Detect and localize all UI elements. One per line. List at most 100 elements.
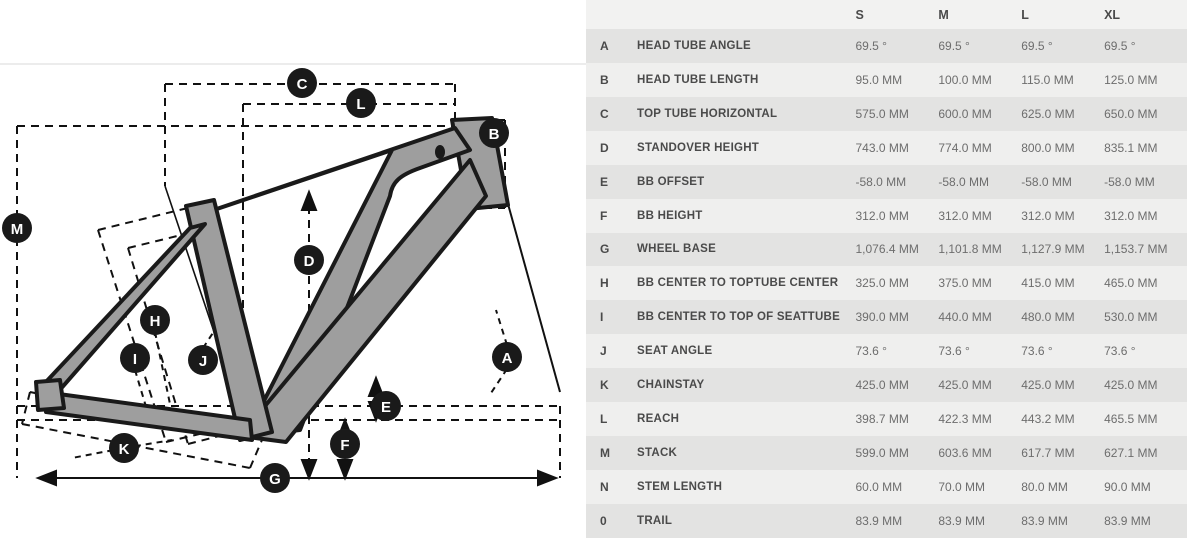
row-value-s: 69.5 ° — [855, 38, 887, 53]
row-value-m: -58.0 MM — [938, 174, 990, 189]
row-label: STEM LENGTH — [637, 480, 723, 493]
header-size-s: S — [855, 7, 864, 22]
row-value-m: 774.0 MM — [938, 140, 992, 155]
row-value-s: 743.0 MM — [855, 140, 909, 155]
badge-C: C — [287, 68, 317, 98]
row-letter: J — [600, 344, 607, 359]
header-size-xl: XL — [1104, 7, 1121, 22]
badge-J: J — [188, 345, 218, 375]
row-letter: G — [600, 242, 610, 257]
badge-A: A — [492, 342, 522, 372]
row-value-l: 69.5 ° — [1021, 38, 1053, 53]
row-label: CHAINSTAY — [637, 379, 705, 392]
row-letter: F — [600, 208, 608, 223]
row-value-m: 422.3 MM — [938, 412, 992, 427]
row-value-m: 425.0 MM — [938, 378, 992, 393]
row-letter: 0 — [600, 513, 607, 528]
badge-E: E — [371, 391, 401, 421]
geometry-table: S M L XL A HEAD TUBE ANGLE 69.5 ° 69.5 ° 69.… — [586, 0, 1187, 538]
row-value-m: 1,101.8 MM — [938, 242, 1002, 257]
row-value-l: 625.0 MM — [1021, 106, 1075, 121]
row-value-l: 80.0 MM — [1021, 479, 1068, 494]
svg-text:D: D — [304, 253, 315, 270]
row-value-s: 325.0 MM — [855, 276, 909, 291]
row-value-xl: 650.0 MM — [1104, 106, 1158, 121]
row-value-xl: 465.0 MM — [1104, 276, 1158, 291]
table-row: B HEAD TUBE LENGTH 95.0 MM 100.0 MM 115.0 MM… — [586, 62, 1187, 97]
table-row: E BB OFFSET -58.0 MM -58.0 MM -58.0 MM -58.0 … — [586, 164, 1187, 199]
badge-F: F — [330, 429, 360, 459]
table-row: A HEAD TUBE ANGLE 69.5 ° 69.5 ° 69.5 ° 69.5 ° — [586, 29, 1187, 63]
row-label: STANDOVER HEIGHT — [637, 141, 760, 154]
row-value-l: 73.6 ° — [1021, 344, 1053, 359]
svg-text:J: J — [199, 353, 207, 370]
row-label: WHEEL BASE — [637, 243, 717, 256]
row-value-s: 312.0 MM — [855, 208, 909, 223]
row-value-l: 617.7 MM — [1021, 446, 1075, 461]
row-value-m: 70.0 MM — [938, 479, 986, 494]
row-letter: A — [600, 38, 609, 53]
row-value-xl: 312.0 MM — [1104, 208, 1158, 223]
row-value-m: 312.0 MM — [938, 208, 992, 223]
svg-text:A: A — [502, 350, 513, 367]
badge-I: I — [120, 343, 150, 373]
table-row: C TOP TUBE HORIZONTAL 575.0 MM 600.0 MM 625.… — [586, 96, 1187, 131]
row-value-m: 69.5 ° — [938, 38, 970, 53]
table-row: H BB CENTER TO TOPTUBE CENTER 325.0 MM 375.… — [586, 266, 1187, 301]
row-value-xl: 73.6 ° — [1104, 344, 1136, 359]
row-value-m: 100.0 MM — [938, 72, 992, 87]
svg-text:L: L — [356, 96, 365, 113]
badge-D: D — [294, 245, 324, 275]
row-value-l: -58.0 MM — [1021, 174, 1072, 189]
table-row: K CHAINSTAY 425.0 MM 425.0 MM 425.0 MM 425.0 … — [586, 368, 1187, 403]
svg-text:E: E — [381, 399, 391, 416]
row-letter: D — [600, 140, 609, 155]
row-letter: E — [600, 174, 609, 189]
row-value-s: 599.0 MM — [855, 446, 909, 461]
row-value-s: 1,076.4 MM — [855, 242, 919, 257]
badge-K: K — [109, 433, 139, 463]
row-value-l: 83.9 MM — [1021, 513, 1068, 528]
row-label: HEAD TUBE ANGLE — [637, 39, 751, 52]
row-value-l: 425.0 MM — [1021, 378, 1075, 393]
badge-M: M — [2, 213, 32, 243]
row-label: HEAD TUBE LENGTH — [637, 73, 759, 86]
row-value-xl: 530.0 MM — [1104, 310, 1158, 325]
row-value-m: 375.0 MM — [938, 276, 992, 291]
row-value-l: 415.0 MM — [1021, 276, 1075, 291]
row-letter: M — [600, 446, 611, 461]
row-label: STACK — [637, 447, 678, 460]
row-value-xl: 90.0 MM — [1104, 479, 1151, 494]
row-label: BB OFFSET — [637, 175, 705, 188]
svg-text:I: I — [133, 351, 137, 368]
row-value-s: 60.0 MM — [855, 479, 903, 494]
row-letter: N — [600, 479, 609, 494]
row-value-m: 603.6 MM — [938, 446, 992, 461]
svg-text:B: B — [489, 126, 500, 143]
row-value-l: 443.2 MM — [1021, 412, 1075, 427]
cable-port-detail — [435, 145, 445, 159]
table-row: M STACK 599.0 MM 603.6 MM 617.7 MM 627.1 MM — [586, 436, 1187, 470]
row-label: TRAIL — [637, 514, 673, 527]
table-row: L REACH 398.7 MM 422.3 MM 443.2 MM 465.5 MM — [586, 402, 1187, 437]
row-label: BB HEIGHT — [637, 209, 703, 222]
table-row: D STANDOVER HEIGHT 743.0 MM 774.0 MM 800.0 M… — [586, 130, 1187, 165]
row-value-xl: -58.0 MM — [1104, 174, 1155, 189]
row-value-s: 73.6 ° — [855, 344, 887, 359]
row-letter: B — [600, 72, 609, 87]
row-value-s: 425.0 MM — [855, 378, 909, 393]
table-row: 0 TRAIL 83.9 MM 83.9 MM 83.9 MM 83.9 MM — [586, 503, 1187, 538]
badge-H: H — [140, 305, 170, 335]
row-label: TOP TUBE HORIZONTAL — [637, 107, 778, 120]
row-value-xl: 83.9 MM — [1104, 513, 1151, 528]
row-letter: L — [600, 412, 608, 427]
svg-text:K: K — [119, 441, 130, 458]
frame-geometry-diagram: A B C D E F G H I J K L M — [0, 0, 586, 538]
row-value-l: 1,127.9 MM — [1021, 242, 1085, 257]
row-value-xl: 627.1 MM — [1104, 446, 1158, 461]
row-value-l: 312.0 MM — [1021, 208, 1075, 223]
row-label: BB CENTER TO TOP OF SEATTUBE — [637, 311, 840, 324]
row-value-s: 575.0 MM — [855, 106, 909, 121]
svg-text:H: H — [150, 313, 161, 330]
row-value-l: 800.0 MM — [1021, 140, 1075, 155]
